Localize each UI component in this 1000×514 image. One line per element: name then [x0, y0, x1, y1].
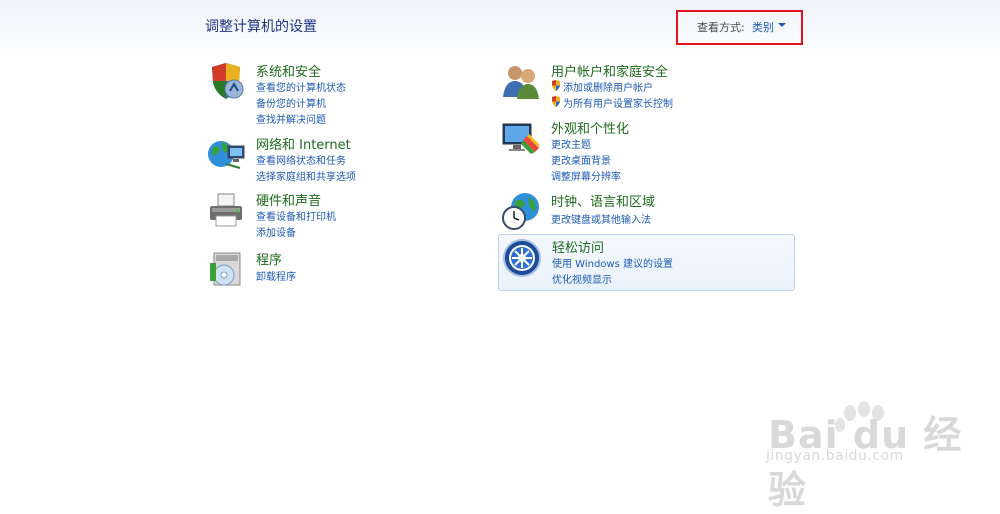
link-view-computer-status[interactable]: 查看您的计算机状态 — [256, 79, 346, 94]
ease-of-access-icon[interactable] — [502, 238, 542, 278]
monitor-palette-icon[interactable] — [501, 118, 541, 158]
link-screen-resolution[interactable]: 调整屏幕分辨率 — [551, 168, 621, 183]
watermark-url: jingyan.baidu.com — [766, 448, 904, 464]
category-ease-of-access[interactable]: 轻松访问 使用 Windows 建议的设置 优化视频显示 — [498, 234, 795, 291]
link-devices-printers[interactable]: 查看设备和打印机 — [256, 208, 336, 223]
category-network-internet: 网络和 Internet 查看网络状态和任务 选择家庭组和共享选项 — [206, 134, 456, 183]
category-title[interactable]: 用户帐户和家庭安全 — [551, 61, 668, 80]
chevron-down-icon[interactable] — [778, 23, 786, 27]
category-clock-region: 时钟、语言和区域 更改键盘或其他输入法 — [501, 191, 761, 231]
link-add-device[interactable]: 添加设备 — [256, 224, 296, 239]
link-network-status[interactable]: 查看网络状态和任务 — [256, 152, 346, 167]
category-appearance: 外观和个性化 更改主题 更改桌面背景 调整屏幕分辨率 — [501, 118, 761, 183]
link-change-theme[interactable]: 更改主题 — [551, 136, 591, 151]
users-icon[interactable] — [501, 61, 541, 101]
programs-disc-icon[interactable] — [206, 249, 246, 289]
link-add-remove-accounts[interactable]: 添加或删除用户帐户 — [563, 79, 653, 94]
view-by-label: 查看方式: — [697, 21, 745, 34]
category-system-security: 系统和安全 查看您的计算机状态 备份您的计算机 查找并解决问题 — [206, 61, 456, 126]
category-hardware-sound: 硬件和声音 查看设备和打印机 添加设备 — [206, 190, 456, 239]
printer-icon[interactable] — [206, 190, 246, 230]
category-user-accounts: 用户帐户和家庭安全 添加或删除用户帐户 为所有用户设置家长控制 — [501, 61, 761, 110]
category-title[interactable]: 时钟、语言和区域 — [551, 191, 655, 210]
link-backup-computer[interactable]: 备份您的计算机 — [256, 95, 326, 110]
link-windows-recommended-settings[interactable]: 使用 Windows 建议的设置 — [552, 255, 673, 270]
uac-shield-icon — [552, 80, 560, 91]
page-title: 调整计算机的设置 — [205, 19, 317, 35]
header-background — [0, 0, 1000, 60]
category-title[interactable]: 程序 — [256, 249, 282, 268]
shield-icon[interactable] — [206, 61, 246, 101]
category-title[interactable]: 轻松访问 — [552, 237, 604, 256]
category-title[interactable]: 系统和安全 — [256, 61, 321, 80]
network-globe-icon[interactable] — [206, 134, 246, 174]
category-title[interactable]: 硬件和声音 — [256, 190, 321, 209]
clock-globe-icon[interactable] — [501, 191, 541, 231]
category-title[interactable]: 外观和个性化 — [551, 118, 629, 137]
category-title[interactable]: 网络和 Internet — [256, 134, 351, 153]
category-programs: 程序 卸载程序 — [206, 249, 456, 289]
link-change-input-method[interactable]: 更改键盘或其他输入法 — [551, 211, 651, 226]
view-by-dropdown[interactable]: 类别 — [752, 19, 774, 35]
link-uninstall-program[interactable]: 卸载程序 — [256, 268, 296, 283]
uac-shield-icon — [552, 96, 560, 107]
link-optimize-display[interactable]: 优化视频显示 — [552, 271, 612, 286]
link-parental-controls[interactable]: 为所有用户设置家长控制 — [563, 95, 673, 110]
link-homegroup-sharing[interactable]: 选择家庭组和共享选项 — [256, 168, 356, 183]
link-troubleshoot[interactable]: 查找并解决问题 — [256, 111, 326, 126]
link-desktop-background[interactable]: 更改桌面背景 — [551, 152, 611, 167]
